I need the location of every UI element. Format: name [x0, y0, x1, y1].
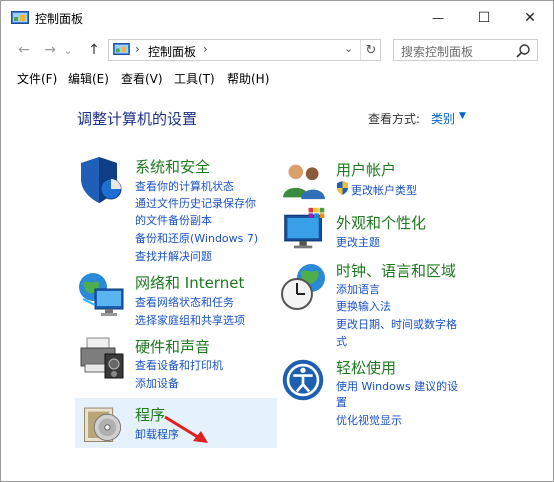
view-by-caret-icon[interactable]: ▼: [459, 111, 466, 121]
chevron-down-icon: ⌄: [63, 43, 73, 57]
link-change-date-time[interactable]: 更改日期、时间或数字格: [336, 316, 457, 332]
link-windows-recommendations[interactable]: 使用 Windows 建议的设: [336, 378, 458, 394]
forward-arrow-icon: →: [44, 42, 56, 58]
up-button[interactable]: ↑: [83, 40, 105, 60]
programs-disc-icon[interactable]: [81, 401, 125, 445]
address-bar[interactable]: › 控制面板 › ⌄ ↻: [108, 39, 381, 61]
link-network-status[interactable]: 查看网络状态和任务: [135, 294, 234, 310]
back-button[interactable]: ←: [13, 40, 35, 60]
control-panel-icon: [113, 43, 130, 56]
category-title-clock-region[interactable]: 时钟、语言和区域: [336, 260, 456, 281]
link-change-date-time-cont[interactable]: 式: [336, 333, 347, 349]
maximize-button[interactable]: ☐: [461, 1, 507, 34]
forward-button[interactable]: →: [39, 40, 61, 60]
category-title-system-security[interactable]: 系统和安全: [135, 156, 210, 177]
back-arrow-icon: ←: [18, 42, 30, 58]
link-devices-printers[interactable]: 查看设备和打印机: [135, 357, 223, 373]
shield-icon[interactable]: [77, 153, 127, 203]
search-icon[interactable]: [515, 43, 531, 59]
clock-globe-icon[interactable]: [281, 262, 331, 312]
window-title: 控制面板: [35, 12, 84, 26]
refresh-icon: ↻: [365, 42, 377, 58]
view-by-dropdown[interactable]: 类别: [431, 110, 455, 127]
minimize-icon: —: [432, 10, 444, 25]
category-title-hardware[interactable]: 硬件和声音: [135, 336, 210, 357]
breadcrumb-separator[interactable]: ›: [203, 42, 208, 56]
recent-locations-button[interactable]: ⌄: [61, 40, 75, 60]
category-title-network[interactable]: 网络和 Internet: [135, 272, 244, 293]
link-homegroup[interactable]: 选择家庭组和共享选项: [135, 312, 245, 328]
link-backup-restore[interactable]: 备份和还原(Windows 7): [135, 230, 258, 246]
breadcrumb-control-panel[interactable]: 控制面板: [148, 43, 196, 60]
link-change-account-type[interactable]: 更改帐户类型: [351, 182, 417, 198]
menu-tools[interactable]: 工具(T): [174, 70, 215, 87]
navigation-bar: ← → ⌄ ↑ › 控制面板 › ⌄ ↻ 搜索控制面板: [1, 34, 553, 66]
menu-view[interactable]: 查看(V): [121, 70, 163, 87]
link-file-history[interactable]: 通过文件历史记录保存你: [135, 195, 256, 211]
menu-file[interactable]: 文件(F): [17, 70, 57, 87]
minimize-button[interactable]: —: [415, 1, 461, 34]
control-panel-window: 控制面板 — ☐ ✕ ← → ⌄ ↑ › 控制面板 › ⌄ ↻ 搜索控制面板 文…: [0, 0, 554, 482]
link-optimize-visual[interactable]: 优化视觉显示: [336, 412, 402, 428]
control-panel-icon: [11, 11, 29, 24]
title-bar: 控制面板 — ☐ ✕: [1, 1, 553, 34]
view-by-label: 查看方式:: [368, 112, 421, 126]
menu-help[interactable]: 帮助(H): [227, 70, 269, 87]
link-change-theme[interactable]: 更改主题: [336, 234, 380, 250]
link-add-device[interactable]: 添加设备: [135, 375, 179, 391]
category-title-appearance[interactable]: 外观和个性化: [336, 212, 426, 233]
ease-of-access-icon[interactable]: [281, 358, 325, 402]
close-button[interactable]: ✕: [507, 1, 553, 34]
uac-shield-icon: [337, 181, 348, 195]
users-icon[interactable]: [281, 161, 327, 201]
category-title-user-accounts[interactable]: 用户帐户: [336, 159, 396, 180]
refresh-button[interactable]: ↻: [360, 40, 381, 60]
menu-bar: 文件(F) 编辑(E) 查看(V) 工具(T) 帮助(H): [1, 68, 553, 88]
link-troubleshoot[interactable]: 查找并解决问题: [135, 248, 212, 264]
search-input[interactable]: 搜索控制面板: [393, 39, 538, 61]
search-placeholder: 搜索控制面板: [401, 45, 474, 59]
maximize-icon: ☐: [477, 9, 491, 26]
link-add-language[interactable]: 添加语言: [336, 281, 380, 297]
close-icon: ✕: [524, 9, 536, 26]
monitor-palette-icon[interactable]: [281, 206, 327, 252]
page-title: 调整计算机的设置: [77, 110, 198, 128]
link-windows-recommendations-cont[interactable]: 置: [336, 394, 347, 410]
menu-edit[interactable]: 编辑(E): [68, 70, 109, 87]
link-change-input-method[interactable]: 更换输入法: [336, 298, 391, 314]
address-dropdown-icon[interactable]: ⌄: [344, 42, 353, 55]
link-file-history-cont[interactable]: 的文件备份副本: [135, 212, 212, 228]
category-title-ease-of-access[interactable]: 轻松使用: [336, 357, 396, 378]
breadcrumb-separator: ›: [135, 42, 140, 56]
up-arrow-icon: ↑: [88, 42, 100, 58]
link-view-computer-status[interactable]: 查看你的计算机状态: [135, 178, 234, 194]
network-globe-icon[interactable]: [77, 269, 127, 319]
printer-icon[interactable]: [77, 334, 127, 384]
red-arrow-annotation: [164, 415, 208, 443]
